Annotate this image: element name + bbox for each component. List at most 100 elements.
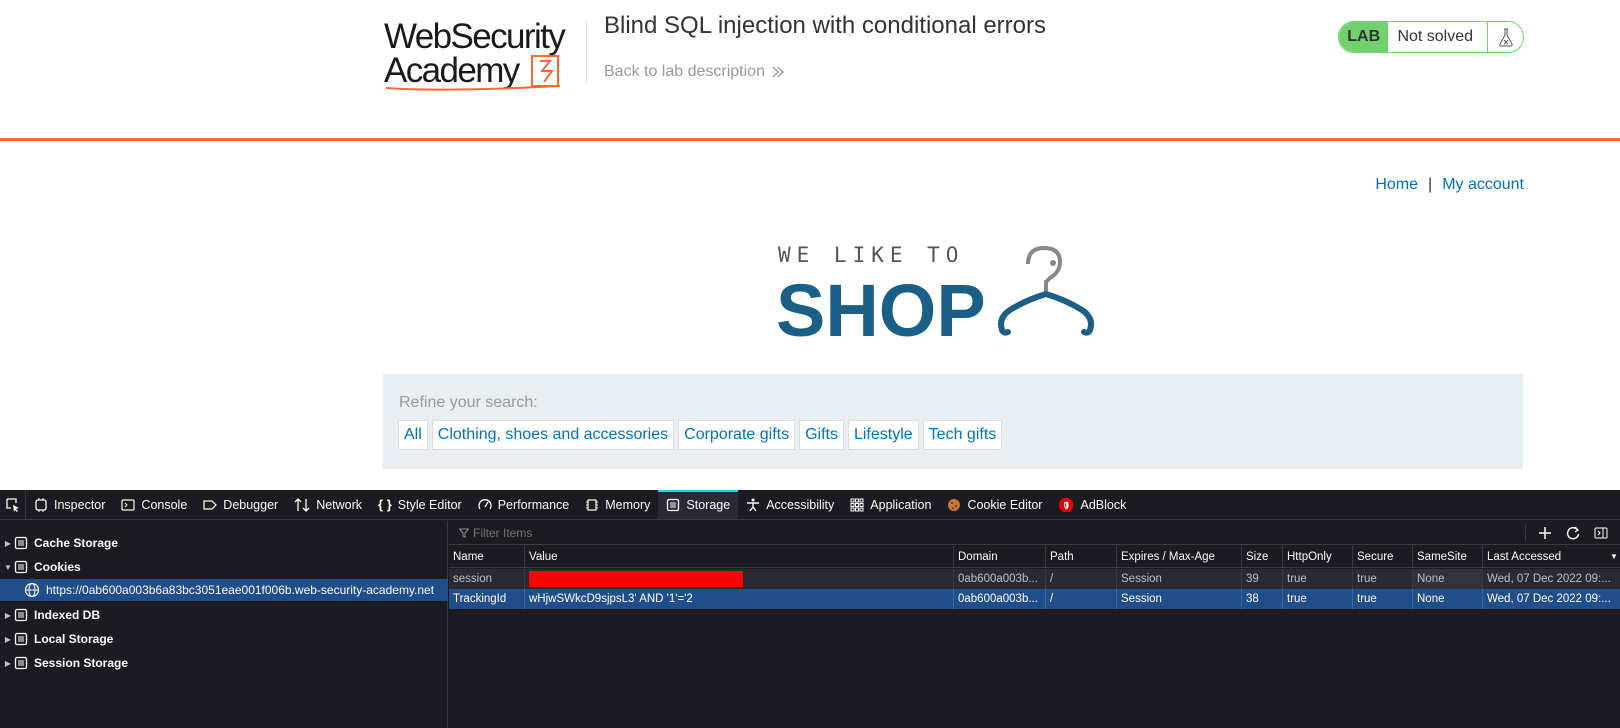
expand-arrow-icon[interactable]: ▶ [2, 611, 14, 620]
column-header-last-accessed[interactable]: Last Accessed [1482, 546, 1610, 567]
collapse-arrow-icon[interactable]: ▼ [2, 563, 14, 572]
shop-logo-tagline: WE LIKE TO [778, 243, 964, 267]
filter-icon [459, 528, 469, 538]
column-header-httponly[interactable]: HttpOnly [1282, 546, 1352, 567]
tab-label: Application [870, 497, 932, 512]
category-filter-list: All Clothing, shoes and accessories Corp… [398, 420, 1003, 450]
tab-console[interactable]: Console [113, 490, 195, 519]
tab-label: Memory [605, 497, 651, 512]
tab-label: Network [316, 497, 363, 512]
storage-icon [14, 632, 28, 646]
column-header-domain[interactable]: Domain [953, 546, 1045, 567]
tree-session-storage[interactable]: ▶ Session Storage [0, 652, 448, 674]
network-icon [294, 497, 310, 512]
tree-local-storage[interactable]: ▶ Local Storage [0, 628, 448, 650]
storage-icon [667, 498, 680, 511]
tab-inspector[interactable]: Inspector [26, 490, 113, 519]
cookie-icon [948, 498, 961, 511]
web-security-academy-logo[interactable]: WebSecurity Academy [384, 18, 570, 92]
tab-debugger[interactable]: Debugger [195, 490, 286, 519]
tree-label: Cookies [34, 560, 81, 574]
tab-application[interactable]: Application [842, 490, 939, 519]
cookie-httponly: true [1282, 589, 1352, 609]
cookie-size: 38 [1241, 589, 1282, 609]
tab-label: AdBlock [1080, 497, 1127, 512]
we-like-to-shop-logo: WE LIKE TO SHOP [776, 243, 1094, 340]
shop-logo-word: SHOP [776, 269, 986, 340]
column-header-size[interactable]: Size [1241, 546, 1282, 567]
storage-icon [14, 656, 28, 670]
tree-label: Local Storage [34, 632, 114, 646]
home-link[interactable]: Home [1375, 176, 1418, 194]
column-header-name[interactable]: Name [449, 546, 524, 567]
column-header-secure[interactable]: Secure [1352, 546, 1412, 567]
table-tools [1525, 524, 1610, 542]
refresh-icon[interactable] [1564, 524, 1582, 542]
filter-items-input[interactable] [473, 525, 1373, 540]
devtools-toolbar: Inspector Console Debugger Network { } S… [0, 490, 1620, 520]
tab-memory[interactable]: Memory [577, 490, 658, 519]
element-picker-button[interactable] [0, 490, 26, 519]
tab-label: Debugger [223, 497, 279, 512]
toolbar-divider [1525, 525, 1526, 541]
storage-icon [14, 536, 28, 550]
column-header-value[interactable]: Value [524, 546, 953, 567]
back-link-label: Back to lab description [604, 63, 765, 80]
column-header-path[interactable]: Path [1045, 546, 1116, 567]
my-account-link[interactable]: My account [1442, 176, 1524, 194]
lab-page: WebSecurity Academy Blind SQL injection … [0, 0, 1620, 490]
lab-header: WebSecurity Academy Blind SQL injection … [0, 0, 1620, 141]
back-to-lab-description-link[interactable]: Back to lab description [604, 63, 785, 81]
hanger-icon [998, 245, 1094, 336]
tree-cache-storage[interactable]: ▶ Cache Storage [0, 532, 448, 554]
tab-label: Accessibility [766, 497, 835, 512]
storage-sidebar: ▶ Cache Storage ▼ Cookies https://0ab600… [0, 521, 448, 728]
filter-all[interactable]: All [398, 420, 428, 450]
tree-label: https://0ab600a003b6a83bc3051eae001f006b… [46, 583, 435, 597]
filter-label: Refine your search: [399, 394, 538, 411]
column-menu-arrow-icon[interactable]: ▼ [1610, 552, 1620, 561]
storage-icon [14, 608, 28, 622]
tree-cookies[interactable]: ▼ Cookies [0, 556, 448, 578]
tree-cookie-origin[interactable]: https://0ab600a003b6a83bc3051eae001f006b… [0, 579, 448, 601]
table-row[interactable]: session 0ab600a003b... / Session 39 true… [449, 569, 1620, 589]
table-row-selected[interactable]: TrackingId wHjwSWkcD9sjpsL3' AND '1'='2 … [449, 589, 1620, 609]
cookie-expires: Session [1116, 569, 1241, 589]
accessibility-icon [747, 498, 760, 511]
cookie-path: / [1045, 589, 1116, 609]
tab-adblock[interactable]: AdBlock [1050, 490, 1134, 519]
cookie-expires: Session [1116, 589, 1241, 609]
filter-corporate-gifts[interactable]: Corporate gifts [678, 420, 796, 450]
cookie-httponly: true [1282, 569, 1352, 589]
add-item-icon[interactable] [1536, 524, 1554, 542]
adblock-icon [1059, 497, 1074, 512]
header-divider [586, 20, 587, 84]
tab-style-editor[interactable]: { } Style Editor [370, 490, 470, 519]
expand-arrow-icon[interactable]: ▶ [2, 635, 14, 644]
tab-cookie-editor[interactable]: Cookie Editor [939, 490, 1050, 519]
tab-accessibility[interactable]: Accessibility [738, 490, 842, 519]
search-filter-panel: Refine your search: All Clothing, shoes … [383, 374, 1523, 469]
tree-indexed-db[interactable]: ▶ Indexed DB [0, 604, 448, 626]
tab-label: Performance [497, 497, 570, 512]
globe-icon [24, 582, 40, 598]
inspector-icon [35, 497, 47, 512]
tree-label: Session Storage [34, 656, 129, 670]
cookie-size: 39 [1241, 569, 1282, 589]
tab-storage[interactable]: Storage [658, 490, 739, 519]
tab-performance[interactable]: Performance [470, 490, 578, 519]
expand-arrow-icon[interactable]: ▶ [2, 539, 14, 548]
filter-clothing[interactable]: Clothing, shoes and accessories [431, 420, 675, 450]
cookie-domain: 0ab600a003b... [953, 569, 1045, 589]
expand-arrow-icon[interactable]: ▶ [2, 659, 14, 668]
filter-lifestyle[interactable]: Lifestyle [847, 420, 919, 450]
filter-gifts[interactable]: Gifts [799, 420, 844, 450]
cookie-domain: 0ab600a003b... [953, 589, 1045, 609]
column-header-expires[interactable]: Expires / Max-Age [1116, 546, 1241, 567]
filter-tech-gifts[interactable]: Tech gifts [922, 420, 1003, 450]
toggle-sidebar-icon[interactable] [1592, 524, 1610, 542]
tab-network[interactable]: Network [286, 490, 370, 519]
cookie-secure: true [1352, 569, 1412, 589]
column-header-samesite[interactable]: SameSite [1412, 546, 1482, 567]
filter-bar [449, 521, 1620, 545]
